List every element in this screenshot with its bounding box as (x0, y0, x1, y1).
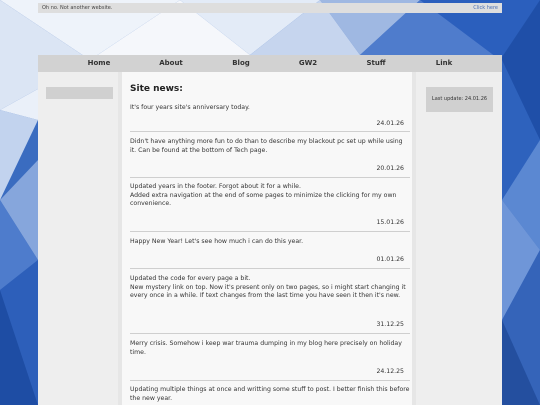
news-item: It's four years site's anniversary today… (130, 104, 410, 132)
news-text: Merry crisis. Somehow i keep war trauma … (130, 340, 402, 356)
news-date: 01.01.26 (376, 256, 404, 263)
news-date: 24.01.26 (376, 120, 404, 127)
nav-stuff[interactable]: Stuff (366, 55, 385, 72)
divider (130, 231, 410, 232)
news-text: Updating multiple things at once and wri… (130, 386, 410, 402)
click-here-link[interactable]: Click here (473, 3, 498, 13)
nav-about[interactable]: About (159, 55, 183, 72)
news-text: Didn't have anything more fun to do than… (130, 138, 403, 154)
site-news-heading: Site news: (130, 84, 183, 94)
news-text: Updated the code for every page a bit. N… (130, 275, 406, 300)
news-text: It's four years site's anniversary today… (130, 104, 250, 111)
news-item: Didn't have anything more fun to do than… (130, 138, 410, 178)
right-sidebar: Last update: 24.01.26 (416, 72, 502, 405)
news-text: Happy New Year! Let's see how much i can… (130, 238, 304, 245)
last-update-box: Last update: 24.01.26 (426, 87, 493, 112)
news-item: Updated the code for every page a bit. N… (130, 275, 410, 334)
news-item: Updated years in the footer. Forgot abou… (130, 183, 410, 232)
news-date: 31.12.25 (376, 321, 404, 328)
nav-gw2[interactable]: GW2 (299, 55, 317, 72)
divider (130, 333, 410, 334)
divider (130, 177, 410, 178)
top-bar: Oh no. Not another website. Click here (38, 3, 502, 13)
tagline: Oh no. Not another website. (42, 5, 113, 11)
nav-bar: Home About Blog GW2 Stuff Link (38, 55, 502, 72)
news-date: 20.01.26 (376, 165, 404, 172)
news-item: Updating multiple things at once and wri… (130, 386, 410, 403)
news-date: 24.12.25 (376, 368, 404, 375)
nav-home[interactable]: Home (88, 55, 111, 72)
news-date: 15.01.26 (376, 219, 404, 226)
nav-link[interactable]: Link (436, 55, 453, 72)
left-sidebar (38, 72, 118, 405)
nav-blog[interactable]: Blog (232, 55, 250, 72)
news-item: Happy New Year! Let's see how much i can… (130, 238, 410, 269)
news-text: Updated years in the footer. Forgot abou… (130, 183, 397, 208)
news-item: Merry crisis. Somehow i keep war trauma … (130, 340, 410, 381)
divider (130, 268, 410, 269)
main-content: Site news: It's four years site's annive… (122, 72, 412, 405)
site-frame: Home About Blog GW2 Stuff Link Site news… (38, 55, 502, 405)
divider (130, 380, 410, 381)
left-sidebar-box (46, 87, 113, 99)
divider (130, 131, 410, 132)
